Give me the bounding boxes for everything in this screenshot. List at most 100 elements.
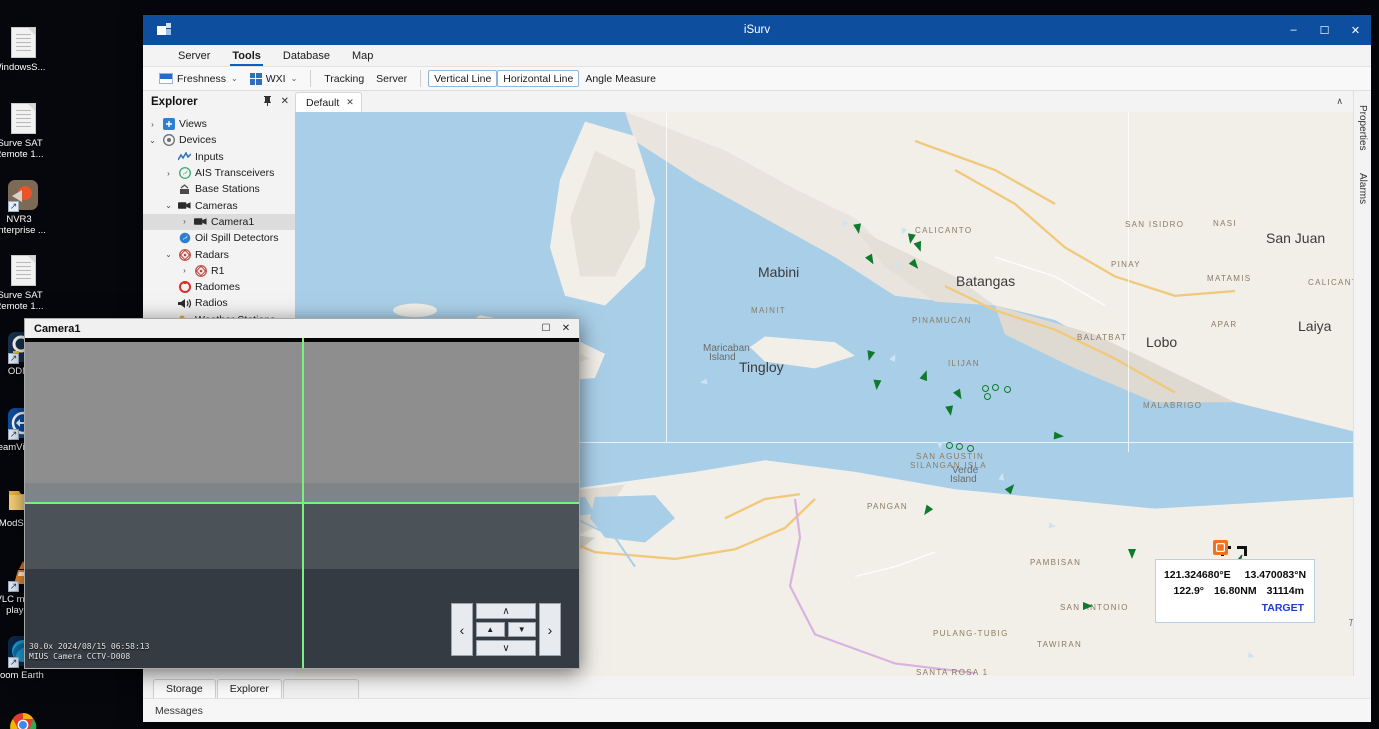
tree-item-inputs[interactable]: Inputs	[143, 149, 295, 165]
tree-item-label: Camera1	[211, 215, 255, 228]
dock-tab-storage[interactable]: Storage	[153, 679, 216, 698]
tracking-button[interactable]: Tracking	[318, 70, 370, 88]
desktop-icon-2[interactable]: ↗ NVR3 Enterprise ...	[0, 174, 46, 248]
vertical-line-button[interactable]: Vertical Line	[428, 70, 498, 87]
desktop-icon-3[interactable]: iSurve SAT Remote 1...	[0, 250, 46, 324]
readout-range-line: 122.9° 16.80NM 31114m	[1166, 583, 1304, 599]
angle-measure-button[interactable]: Angle Measure	[579, 70, 662, 88]
ais-vessel-marker[interactable]	[1083, 602, 1093, 610]
ais-vessel-marker[interactable]	[872, 379, 882, 391]
graticule-line	[666, 112, 668, 442]
desktop-icon-0[interactable]: WindowsS...	[0, 22, 46, 96]
ais-range-ring-marker[interactable]	[1004, 386, 1011, 393]
tree-item-devices[interactable]: ⌄ Devices	[143, 132, 295, 148]
tree-item-radomes[interactable]: Radomes	[143, 279, 295, 295]
menu-item-database[interactable]: Database	[272, 45, 341, 66]
ais-range-ring-marker[interactable]	[956, 443, 963, 450]
ptz-pan-right-button[interactable]: ›	[539, 603, 561, 656]
ais-vessel-marker[interactable]	[853, 223, 863, 235]
ais-range-ring-marker[interactable]	[984, 393, 991, 400]
tree-item-label: Views	[179, 118, 207, 131]
ptz-control-pad[interactable]: ‹ ∧ ▲ ▼ ∨ ›	[451, 603, 561, 656]
readout-range-nm: 16.80NM	[1214, 585, 1257, 597]
tree-twisty-icon[interactable]: ⌄	[163, 250, 174, 259]
tree-item-ais-transceivers[interactable]: › AIS Transceivers	[143, 165, 295, 181]
right-tab-properties[interactable]: Properties	[1356, 99, 1369, 157]
pin-icon[interactable]	[263, 95, 272, 109]
ais-vessel-marker[interactable]	[697, 377, 708, 387]
camera-close-button[interactable]: ✕	[557, 320, 575, 337]
ais-range-ring-marker[interactable]	[946, 442, 953, 449]
tree-item-camera1[interactable]: › Camera1	[143, 213, 295, 231]
window-title: iSurv	[743, 24, 771, 36]
ais-range-ring-marker[interactable]	[967, 445, 974, 452]
tree-item-label: R1	[211, 264, 225, 277]
camera-video-feed[interactable]: 30.0x 2024/08/15 06:58:13 MIUS Camera CC…	[25, 338, 579, 668]
tree-item-label: Radios	[195, 297, 228, 310]
radio-icon	[178, 297, 191, 310]
ptz-tilt-up-button[interactable]: ∧	[476, 603, 536, 619]
readout-position-line: 121.324680°E 13.470083°N	[1164, 567, 1306, 583]
tree-item-label: Oil Spill Detectors	[195, 232, 279, 245]
menu-item-tools[interactable]: Tools	[221, 45, 272, 66]
tree-twisty-icon[interactable]: ›	[147, 120, 158, 129]
ribbon-group-layers: Freshness ⌄ WXI ⌄	[153, 69, 303, 89]
horizontal-line-button[interactable]: Horizontal Line	[497, 70, 580, 87]
tree-item-views[interactable]: › Views	[143, 116, 295, 132]
tab-label: Default	[306, 96, 340, 109]
tree-item-base-stations[interactable]: Base Stations	[143, 181, 295, 197]
tree-item-r1[interactable]: › R1	[143, 263, 295, 279]
views-icon	[162, 118, 175, 131]
menu-item-map[interactable]: Map	[341, 45, 384, 66]
minimize-button[interactable]: –	[1278, 15, 1309, 45]
dock-tab-explorer[interactable]: Explorer	[216, 679, 282, 698]
bottom-dock-tabs: Storage Explorer	[143, 676, 1371, 698]
ribbon-group-measure: Vertical Line Horizontal Line Angle Meas…	[428, 69, 662, 89]
ais-range-ring-marker[interactable]	[982, 385, 989, 392]
desktop-icon-9[interactable]: ↗Google Chrome	[0, 706, 46, 729]
close-icon[interactable]: ✕	[281, 96, 289, 109]
ais-vessel-marker[interactable]	[1047, 521, 1058, 531]
ais-vessel-marker[interactable]	[1053, 431, 1065, 441]
right-tab-alarms[interactable]: Alarms	[1356, 167, 1369, 210]
tree-item-radars[interactable]: ⌄ Radars	[143, 246, 295, 262]
ais-range-ring-marker[interactable]	[992, 384, 999, 391]
menu-bar: Server Tools Database Map	[143, 45, 1371, 67]
close-button[interactable]: ✕	[1340, 15, 1371, 45]
menu-item-server[interactable]: Server	[167, 45, 221, 66]
server-button[interactable]: Server	[370, 70, 413, 88]
ais-vessel-marker[interactable]	[945, 405, 955, 417]
wxi-label: WXI	[265, 72, 286, 85]
maximize-button[interactable]: ☐	[1309, 15, 1340, 45]
ais-vessel-marker[interactable]	[1128, 549, 1136, 559]
tree-twisty-icon[interactable]: ⌄	[147, 136, 158, 145]
tree-item-radios[interactable]: Radios	[143, 295, 295, 311]
tree-twisty-icon[interactable]: ›	[179, 217, 190, 226]
ais-vessel-marker[interactable]	[894, 262, 902, 272]
tree-twisty-icon[interactable]: ⌄	[163, 201, 174, 210]
tree-item-oil-spill-detectors[interactable]: Oil Spill Detectors	[143, 230, 295, 246]
ptz-zoom-in-button[interactable]: ▲	[476, 622, 505, 637]
ptz-zoom-out-button[interactable]: ▼	[507, 622, 536, 637]
camera-maximize-button[interactable]: ☐	[537, 320, 555, 337]
desktop-icon-1[interactable]: iSurve SAT Remote 1...	[0, 98, 46, 172]
document-tabstrip: Default ✕ ∧	[295, 91, 1353, 112]
desktop-icon-label: Zoom Earth	[0, 670, 44, 681]
document-icon	[8, 254, 38, 288]
tab-close-icon[interactable]: ✕	[346, 97, 354, 108]
tree-twisty-icon[interactable]: ›	[179, 266, 190, 275]
window-titlebar: iSurv – ☐ ✕	[143, 15, 1371, 45]
freshness-dropdown[interactable]: Freshness ⌄	[153, 70, 244, 88]
tabstrip-chevron-down-icon[interactable]: ∧	[1336, 96, 1343, 107]
desktop-icon-label: NVR3 Enterprise ...	[0, 214, 46, 236]
wxi-dropdown[interactable]: WXI ⌄	[244, 70, 304, 88]
ptz-tilt-down-button[interactable]: ∨	[476, 640, 536, 656]
ais-vessel-marker[interactable]	[936, 441, 944, 451]
ptz-pan-left-button[interactable]: ‹	[451, 603, 473, 656]
tree-item-cameras[interactable]: ⌄ Cameras	[143, 197, 295, 213]
ais-vessel-marker[interactable]	[997, 470, 1007, 481]
tree-twisty-icon[interactable]: ›	[163, 169, 174, 178]
document-icon	[8, 102, 38, 136]
crosshair-horizontal-line	[25, 502, 579, 504]
tab-default[interactable]: Default ✕	[295, 92, 362, 112]
